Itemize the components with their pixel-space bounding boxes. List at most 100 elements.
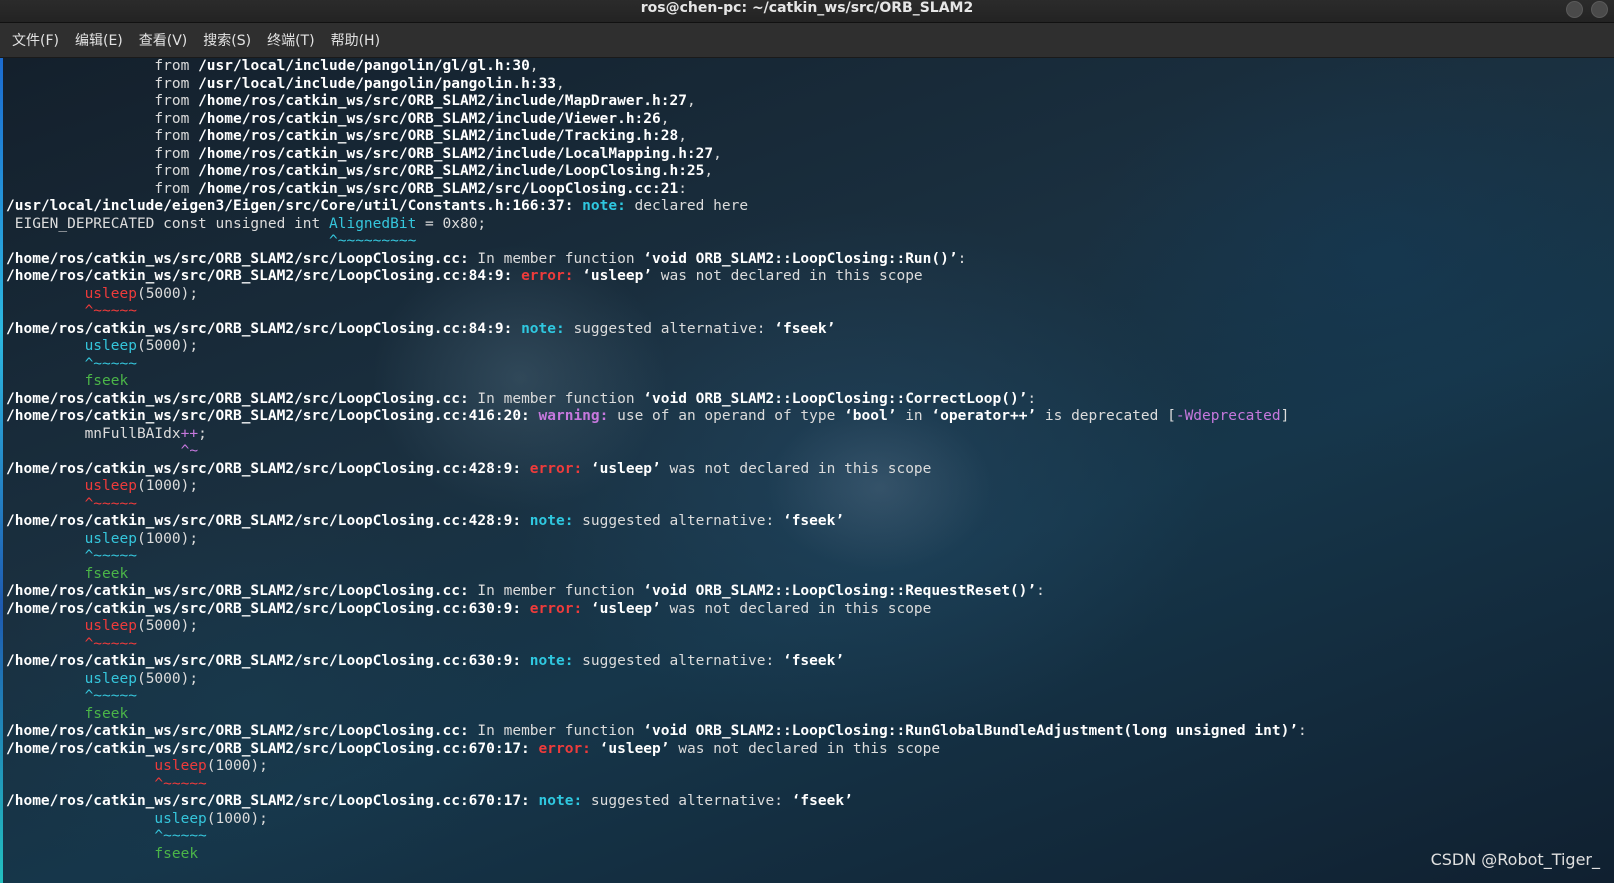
terminal-line: /home/ros/catkin_ws/src/ORB_SLAM2/src/Lo…	[6, 653, 1307, 671]
terminal-segment: /home/ros/catkin_ws/src/ORB_SLAM2/src/Lo…	[6, 653, 522, 669]
terminal-segment: error:	[529, 460, 583, 477]
terminal-line: ^~~~~~	[6, 496, 1307, 514]
menu-file[interactable]: 文件(F)	[6, 27, 65, 53]
terminal-segment: from	[6, 110, 199, 127]
terminal-segment: ‘bool’	[844, 408, 897, 424]
terminal-segment: ^~~~~~	[6, 828, 207, 844]
terminal-segment: usleep	[84, 478, 137, 494]
menu-bar: 文件(F) 编辑(E) 查看(V) 搜索(S) 终端(T) 帮助(H)	[0, 23, 1614, 58]
terminal-segment	[521, 601, 530, 617]
close-icon[interactable]	[1591, 1, 1608, 18]
terminal-segment	[512, 321, 521, 337]
terminal-segment: (1000);	[206, 810, 268, 827]
terminal-segment: error:	[529, 600, 583, 617]
terminal-line: ^~~~~~~~~~	[6, 233, 1307, 251]
terminal-segment: In member function	[468, 583, 644, 599]
terminal-segment: usleep	[154, 810, 207, 827]
window-title: ros@chen-pc: ~/catkin_ws/src/ORB_SLAM2	[640, 0, 974, 16]
terminal-segment: /home/ros/catkin_ws/src/ORB_SLAM2/src/Lo…	[6, 513, 522, 529]
terminal-line: /home/ros/catkin_ws/src/ORB_SLAM2/src/Lo…	[6, 321, 1307, 339]
terminal-line: /home/ros/catkin_ws/src/ORB_SLAM2/src/Lo…	[6, 793, 1307, 811]
terminal-segment	[6, 811, 154, 827]
terminal-line: /home/ros/catkin_ws/src/ORB_SLAM2/src/Lo…	[6, 741, 1307, 759]
terminal-line: usleep(1000);	[6, 811, 1307, 829]
terminal-segment: error:	[538, 740, 591, 757]
menu-terminal[interactable]: 终端(T)	[261, 27, 320, 53]
terminal-segment: suggested alternative:	[564, 320, 775, 337]
menu-edit[interactable]: 编辑(E)	[69, 27, 129, 53]
terminal-segment: use of an operand of type	[608, 408, 845, 424]
terminal-segment: /home/ros/catkin_ws/src/ORB_SLAM2/includ…	[198, 145, 714, 162]
terminal-segment	[530, 793, 539, 809]
terminal-line: /home/ros/catkin_ws/src/ORB_SLAM2/src/Lo…	[6, 583, 1307, 601]
terminal-segment: (5000);	[136, 618, 199, 634]
terminal-output-area[interactable]: from /usr/local/include/pangolin/gl/gl.h…	[0, 58, 1614, 883]
terminal-segment: from	[6, 75, 199, 92]
terminal-segment: mnFullBAIdx	[6, 425, 181, 442]
terminal-segment: note:	[582, 198, 626, 214]
terminal-segment: ,	[555, 75, 565, 92]
terminal-segment: /home/ros/catkin_ws/src/ORB_SLAM2/src/Lo…	[6, 390, 469, 407]
terminal-segment: ‘operator++’	[931, 408, 1037, 424]
terminal-segment: ‘fseek’	[791, 793, 853, 809]
terminal-segment: /home/ros/catkin_ws/src/ORB_SLAM2/src/Lo…	[6, 600, 522, 617]
terminal-segment: In member function	[468, 723, 644, 739]
terminal-line: fseek	[6, 373, 1307, 391]
terminal-segment: fseek	[6, 565, 129, 582]
terminal-line: from /home/ros/catkin_ws/src/ORB_SLAM2/i…	[6, 111, 1307, 129]
terminal-segment: ‘void ORB_SLAM2::LoopClosing::RunGlobalB…	[643, 723, 1299, 739]
terminal-line: ^~~~~~	[6, 548, 1307, 566]
terminal-segment	[573, 198, 582, 214]
terminal-segment: from	[6, 93, 199, 109]
terminal-line: /home/ros/catkin_ws/src/ORB_SLAM2/src/Lo…	[6, 513, 1307, 531]
terminal-line: usleep(1000);	[6, 478, 1307, 496]
terminal-segment: note:	[538, 793, 583, 809]
terminal-segment: :	[1298, 723, 1307, 739]
terminal-segment: warning:	[538, 408, 609, 424]
terminal-segment: ^~~~~~	[6, 775, 207, 792]
menu-help[interactable]: 帮助(H)	[325, 27, 386, 53]
menu-search[interactable]: 搜索(S)	[197, 27, 257, 53]
terminal-line: /home/ros/catkin_ws/src/ORB_SLAM2/src/Lo…	[6, 723, 1307, 741]
terminal-segment: suggested alternative:	[582, 793, 792, 809]
terminal-line: usleep(5000);	[6, 671, 1307, 689]
terminal-segment: /home/ros/catkin_ws/src/ORB_SLAM2/src/Lo…	[6, 268, 513, 284]
terminal-segment: ,	[713, 145, 722, 162]
terminal-segment: /home/ros/catkin_ws/src/ORB_SLAM2/includ…	[198, 110, 661, 127]
terminal-line: ^~~~~~	[6, 356, 1307, 374]
terminal-segment: (1000);	[136, 530, 199, 547]
terminal-segment: ‘void ORB_SLAM2::LoopClosing::CorrectLoo…	[643, 390, 1028, 407]
terminal-segment: suggested alternative:	[573, 513, 783, 529]
terminal-segment: /usr/local/include/pangolin/pangolin.h:3…	[198, 75, 556, 92]
terminal-segment: In member function	[468, 390, 644, 407]
terminal-segment: ]	[1280, 408, 1290, 424]
terminal-line: from /home/ros/catkin_ws/src/ORB_SLAM2/s…	[6, 181, 1307, 199]
terminal-segment: (5000);	[136, 338, 199, 354]
watermark: CSDN @Robot_Tiger_	[1430, 850, 1600, 869]
desktop-edge	[0, 58, 3, 883]
terminal-line: mnFullBAIdx++;	[6, 426, 1307, 444]
minimize-icon[interactable]	[1566, 1, 1583, 18]
terminal-segment: error:	[521, 268, 574, 284]
terminal-segment: In member function	[468, 250, 644, 267]
terminal-segment: in	[896, 408, 932, 424]
terminal-line: usleep(1000);	[6, 758, 1307, 776]
terminal-segment: /home/ros/catkin_ws/src/ORB_SLAM2/includ…	[198, 93, 687, 109]
terminal-segment	[530, 408, 539, 424]
terminal-segment: ‘void ORB_SLAM2::LoopClosing::RequestRes…	[643, 583, 1037, 599]
menu-view[interactable]: 查看(V)	[133, 27, 194, 53]
terminal-line: from /usr/local/include/pangolin/gl/gl.h…	[6, 58, 1307, 76]
terminal-segment: (5000);	[136, 285, 199, 302]
terminal-segment: ,	[686, 93, 696, 109]
terminal-segment	[6, 758, 154, 774]
terminal-line: fseek	[6, 846, 1307, 864]
terminal-segment	[591, 741, 600, 757]
terminal-segment: was not declared in this scope	[660, 460, 932, 477]
terminal-segment: /home/ros/catkin_ws/src/ORB_SLAM2/src/Lo…	[198, 180, 679, 197]
terminal-segment: fseek	[6, 845, 199, 862]
terminal-segment: ^~~~~~	[6, 303, 137, 319]
terminal-segment	[6, 618, 85, 634]
terminal-segment: :	[1027, 390, 1037, 407]
terminal-line: /home/ros/catkin_ws/src/ORB_SLAM2/src/Lo…	[6, 601, 1307, 619]
terminal-segment: /home/ros/catkin_ws/src/ORB_SLAM2/src/Lo…	[6, 793, 530, 809]
